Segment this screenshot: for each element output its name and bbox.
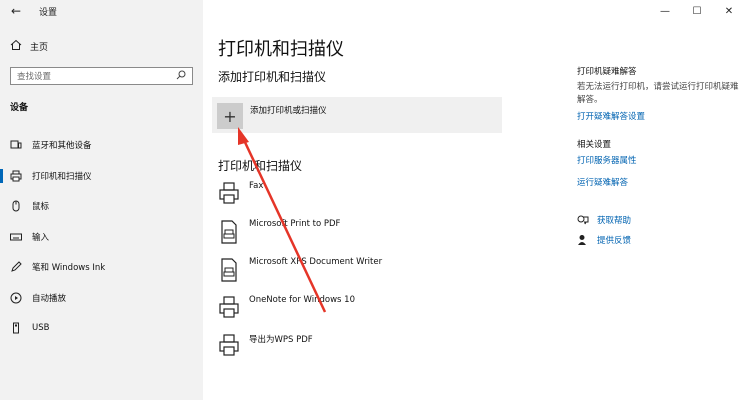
home-icon [10, 39, 22, 54]
get-help-label: 获取帮助 [597, 216, 632, 226]
printer-name: Microsoft XPS Document Writer [249, 257, 383, 267]
sidebar-item-label: 鼠标 [32, 202, 50, 213]
troubleshoot-settings-link[interactable]: 打开疑难解答设置 [577, 110, 742, 122]
app-title: 设置 [39, 8, 58, 18]
section-title: 设备 [10, 103, 29, 113]
search-input[interactable]: 查找设置 [10, 67, 193, 85]
onenote-printer-icon [219, 296, 239, 318]
home-link[interactable]: 主页 [10, 39, 48, 54]
mouse-icon [10, 200, 22, 212]
maximize-button[interactable]: ☐ [681, 2, 713, 20]
related-settings-title: 相关设置 [577, 140, 612, 150]
minimize-button[interactable]: — [649, 2, 681, 20]
help-chat-icon [577, 214, 589, 226]
sidebar-item-pen[interactable]: 笔和 Windows Ink [0, 252, 203, 283]
sidebar-item-label: 笔和 Windows Ink [32, 263, 106, 274]
sidebar-item-bluetooth[interactable]: 蓝牙和其他设备 [0, 130, 203, 161]
printer-item[interactable]: OneNote for Windows 10 [218, 290, 518, 328]
sidebar-item-autoplay[interactable]: 自动播放 [0, 283, 203, 314]
printer-name: OneNote for Windows 10 [249, 295, 355, 305]
add-printer-button[interactable]: + 添加打印机或扫描仪 [212, 97, 502, 133]
keyboard-icon [10, 231, 22, 243]
troubleshoot-text: 若无法运行打印机，请尝试运行打印机疑难解答。 [577, 82, 739, 105]
sidebar-item-typing[interactable]: 输入 [0, 222, 203, 253]
pdf-printer-icon [221, 220, 237, 244]
sidebar-item-label: USB [32, 323, 50, 334]
printer-item[interactable]: 导出为WPS PDF [218, 328, 518, 366]
printer-name: Microsoft Print to PDF [249, 219, 341, 229]
sidebar-item-printers[interactable]: 打印机和扫描仪 [0, 161, 203, 192]
printer-item[interactable]: Fax [218, 176, 518, 214]
sidebar-item-label: 自动播放 [32, 293, 67, 304]
autoplay-icon [10, 292, 22, 304]
back-arrow-icon[interactable]: ← [8, 3, 24, 19]
usb-icon [10, 322, 22, 334]
right-panel: 打印机疑难解答 若无法运行打印机，请尝试运行打印机疑难解答。 打开疑难解答设置 … [577, 65, 742, 254]
get-help-link[interactable]: 获取帮助 [577, 214, 742, 226]
page-title: 打印机和扫描仪 [218, 39, 344, 60]
sidebar-item-label: 蓝牙和其他设备 [32, 141, 92, 152]
fax-icon [219, 182, 239, 204]
search-placeholder: 查找设置 [17, 72, 52, 82]
printer-item[interactable]: Microsoft XPS Document Writer [218, 252, 518, 290]
printer-list-title: 打印机和扫描仪 [218, 159, 303, 173]
give-feedback-label: 提供反馈 [597, 236, 632, 246]
printer-name: 导出为WPS PDF [249, 335, 313, 345]
printer-item[interactable]: Microsoft Print to PDF [218, 214, 518, 252]
pen-icon [10, 261, 22, 273]
close-button[interactable]: ✕ [713, 2, 745, 20]
search-icon [176, 70, 186, 83]
xps-printer-icon [221, 258, 237, 282]
run-troubleshooter-link[interactable]: 运行疑难解答 [577, 176, 742, 188]
feedback-icon [577, 234, 589, 246]
printer-icon [10, 170, 22, 182]
add-section-title: 添加打印机和扫描仪 [218, 70, 327, 84]
sidebar-nav: 蓝牙和其他设备 打印机和扫描仪 鼠标 输入 笔和 Windows Ink 自动播… [0, 130, 203, 344]
sidebar-item-usb[interactable]: USB [0, 313, 203, 344]
sidebar-item-label: 输入 [32, 232, 50, 243]
bluetooth-devices-icon [10, 139, 22, 151]
printer-icon [219, 334, 239, 356]
sidebar: ← 设置 主页 查找设置 设备 蓝牙和其他设备 打印机和扫描仪 鼠标 输入 笔和… [0, 0, 203, 400]
add-printer-label: 添加打印机或扫描仪 [250, 106, 327, 116]
home-label: 主页 [30, 43, 49, 53]
window-controls: — ☐ ✕ [649, 2, 745, 20]
sidebar-item-mouse[interactable]: 鼠标 [0, 191, 203, 222]
sidebar-item-label: 打印机和扫描仪 [32, 171, 92, 182]
printer-list: Fax Microsoft Print to PDF Microsoft XPS… [218, 176, 518, 366]
plus-icon: + [217, 103, 243, 129]
print-server-properties-link[interactable]: 打印服务器属性 [577, 154, 742, 166]
troubleshoot-title: 打印机疑难解答 [577, 67, 637, 77]
give-feedback-link[interactable]: 提供反馈 [577, 234, 742, 246]
printer-name: Fax [249, 181, 264, 191]
